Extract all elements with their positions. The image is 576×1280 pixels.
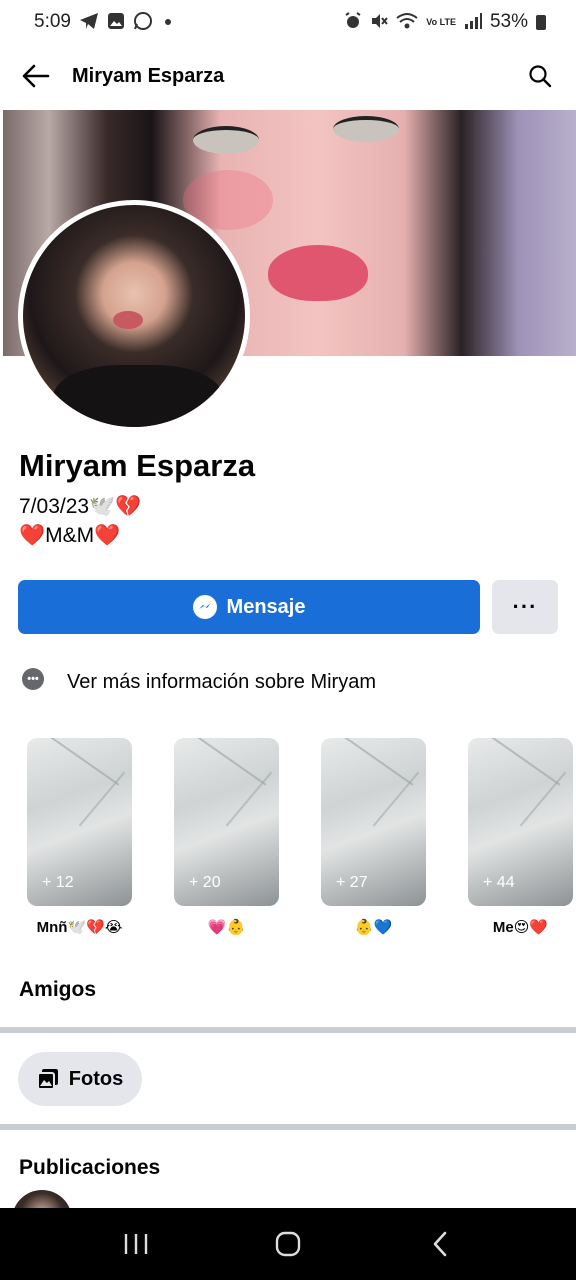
header-title: Miryam Esparza xyxy=(72,64,225,87)
profile-name: Miryam Esparza xyxy=(19,448,256,483)
highlight-count: + 27 xyxy=(336,874,368,891)
notification-dot-icon xyxy=(164,19,171,25)
highlight-count: + 44 xyxy=(483,874,515,891)
section-divider xyxy=(0,1027,576,1033)
highlight-cover: + 12 xyxy=(27,738,132,906)
more-info-text: Ver más información sobre Miryam xyxy=(67,671,376,693)
app-header: Miryam Esparza xyxy=(0,44,576,108)
photos-button-label: Fotos xyxy=(68,1067,124,1090)
back-arrow-icon xyxy=(22,64,50,88)
highlight-label: 👶💙 xyxy=(354,919,393,936)
avatar-image xyxy=(23,205,245,427)
more-info-link[interactable]: ••• Ver más información sobre Miryam xyxy=(22,668,376,693)
more-options-button[interactable]: ··· xyxy=(492,580,558,634)
telegram-icon xyxy=(79,12,99,33)
wifi-icon xyxy=(396,12,418,33)
photos-icon xyxy=(36,1069,58,1090)
highlight-cover: + 27 xyxy=(321,738,426,906)
highlight-item[interactable]: + 44 Me😍❤️ xyxy=(468,738,573,936)
search-icon xyxy=(529,65,552,88)
back-chevron-icon xyxy=(433,1231,447,1257)
signal-icon xyxy=(464,12,482,32)
status-bar: 5:09 Vo LTE 53% xyxy=(0,0,576,44)
mute-icon xyxy=(370,12,389,33)
highlight-label: Me😍❤️ xyxy=(492,919,549,936)
search-button[interactable] xyxy=(522,58,558,94)
highlight-label: Mnñ🕊️💔😭 xyxy=(36,919,123,936)
highlight-count: + 20 xyxy=(189,874,221,891)
highlight-cover: + 44 xyxy=(468,738,573,906)
friends-section-title: Amigos xyxy=(19,978,97,1001)
battery-icon xyxy=(536,14,546,30)
highlight-item[interactable]: + 12 Mnñ🕊️💔😭 xyxy=(27,738,132,936)
section-divider xyxy=(0,1124,576,1130)
bio-line: 7/03/23🕊️💔 xyxy=(19,495,142,518)
volte-icon: Vo LTE xyxy=(426,16,456,27)
message-button-label: Mensaje xyxy=(226,595,306,618)
gallery-icon xyxy=(107,12,125,33)
alarm-icon xyxy=(344,11,362,33)
highlight-item[interactable]: + 27 👶💙 xyxy=(321,738,426,936)
system-navigation-bar xyxy=(0,1208,576,1280)
messenger-icon xyxy=(192,595,217,619)
avatar-detail xyxy=(53,365,223,427)
status-left: 5:09 xyxy=(34,11,171,34)
bio-line: ❤️M&M❤️ xyxy=(19,524,121,547)
cover-detail xyxy=(193,126,259,154)
message-button[interactable]: Mensaje xyxy=(18,580,480,634)
highlight-count: + 12 xyxy=(42,874,74,891)
more-info-icon: ••• xyxy=(22,668,44,690)
photos-button[interactable]: Fotos xyxy=(18,1052,142,1106)
home-button[interactable] xyxy=(258,1214,318,1274)
whatsapp-icon xyxy=(133,11,153,34)
cover-detail xyxy=(268,245,368,301)
cover-detail xyxy=(333,116,399,142)
featured-highlights: + 12 Mnñ🕊️💔😭 + 20 💗👶 + 27 👶💙 + 44 Me😍❤️ xyxy=(0,738,576,948)
profile-picture[interactable] xyxy=(18,200,250,432)
recent-apps-icon xyxy=(124,1234,148,1254)
avatar-detail xyxy=(113,311,143,329)
highlight-label: 💗👶 xyxy=(207,919,246,936)
recent-apps-button[interactable] xyxy=(106,1214,166,1274)
highlight-cover: + 20 xyxy=(174,738,279,906)
back-button[interactable] xyxy=(0,44,72,108)
back-nav-button[interactable] xyxy=(410,1214,470,1274)
status-time: 5:09 xyxy=(34,11,71,32)
highlight-item[interactable]: + 20 💗👶 xyxy=(174,738,279,936)
battery-percent: 53% xyxy=(489,11,528,32)
status-right: Vo LTE 53% xyxy=(344,11,546,33)
home-icon xyxy=(275,1231,301,1257)
posts-section-title: Publicaciones xyxy=(19,1156,161,1179)
more-options-icon: ··· xyxy=(512,594,538,619)
